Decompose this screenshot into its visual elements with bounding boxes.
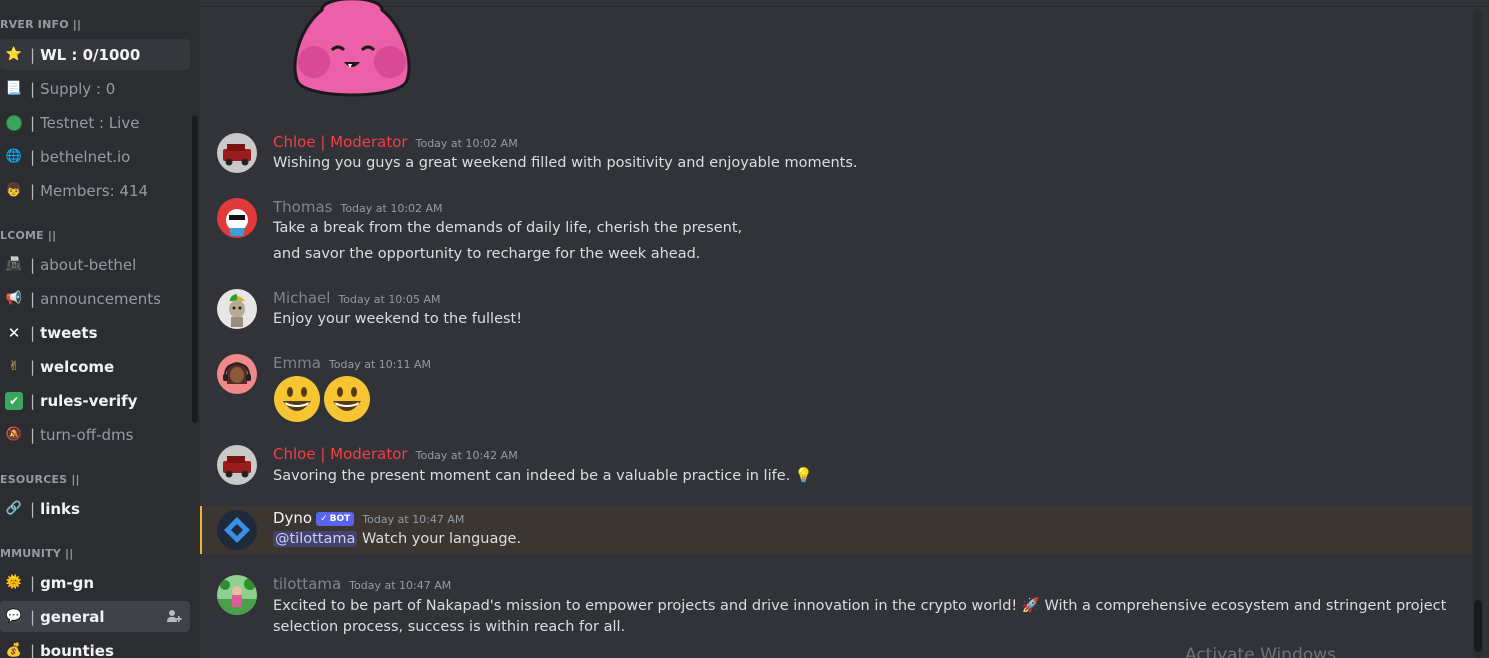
channel-label: welcome bbox=[40, 357, 115, 376]
user-mention[interactable]: @tilottama bbox=[273, 531, 358, 547]
channel-links[interactable]: 🔗 | links bbox=[0, 493, 190, 524]
timestamp: Today at 10:42 AM bbox=[415, 449, 518, 462]
avatar-chloe[interactable] bbox=[217, 445, 257, 485]
message[interactable]: Chloe | Moderator Today at 10:42 AM Savo… bbox=[200, 442, 1472, 492]
channel-label: links bbox=[40, 499, 80, 518]
green-circle-icon bbox=[5, 114, 23, 132]
channel-label: turn-off-dms bbox=[40, 425, 134, 444]
chat-scrollbar-track[interactable] bbox=[1473, 10, 1483, 658]
username[interactable]: Chloe | Moderator bbox=[273, 133, 408, 151]
channel-label: bethelnet.io bbox=[40, 147, 131, 166]
activate-windows-watermark: Activate Windows bbox=[1185, 645, 1336, 658]
username[interactable]: Dyno bbox=[273, 509, 312, 527]
channel-general[interactable]: 💬 | general bbox=[0, 601, 190, 632]
sidebar-scrollbar[interactable] bbox=[192, 115, 198, 423]
message[interactable]: Michael Today at 10:05 AM Enjoy your wee… bbox=[200, 286, 1472, 336]
channel-bounties[interactable]: 💰 | bounties bbox=[0, 635, 190, 658]
message-text: Take a break from the demands of daily l… bbox=[273, 220, 743, 236]
channel-label: tweets bbox=[40, 323, 98, 342]
channel-label: Members: 414 bbox=[40, 181, 149, 200]
channel-label: about-bethel bbox=[40, 255, 137, 274]
channel-wl[interactable]: ⭐ | WL : 0/1000 bbox=[0, 39, 190, 70]
channel-gm-gn[interactable]: 🌞 | gm-gn bbox=[0, 567, 190, 598]
channel-label: Testnet : Live bbox=[40, 113, 140, 132]
avatar-thomas[interactable] bbox=[217, 198, 257, 238]
avatar-emma[interactable] bbox=[217, 354, 257, 394]
timestamp: Today at 10:05 AM bbox=[338, 293, 441, 306]
check-icon: ✓ bbox=[320, 514, 328, 524]
avatar-dyno[interactable] bbox=[217, 510, 257, 550]
channel-label: announcements bbox=[40, 289, 161, 308]
channel-label: general bbox=[40, 607, 105, 626]
globe-icon: 🌐 bbox=[5, 149, 23, 164]
avatar-michael[interactable] bbox=[217, 289, 257, 329]
victory-hand-icon: ✌ bbox=[8, 359, 20, 374]
channel-tweets[interactable]: ✕ | tweets bbox=[0, 317, 190, 348]
grinning-face-icon bbox=[324, 376, 370, 422]
money-bag-icon: 💰 bbox=[5, 643, 23, 658]
jumbo-emoji bbox=[273, 375, 371, 423]
chat-scrollbar-thumb[interactable] bbox=[1474, 600, 1482, 652]
bot-badge: ✓ BOT bbox=[316, 512, 355, 526]
channel-label: bounties bbox=[40, 641, 114, 658]
channel-rules-verify[interactable]: ✔ | rules-verify bbox=[0, 385, 190, 416]
add-member-icon[interactable] bbox=[166, 608, 182, 624]
fax-icon: 📠 bbox=[5, 257, 23, 272]
channel-bethelnet[interactable]: 🌐 | bethelnet.io bbox=[0, 141, 190, 172]
muted-bell-icon: 🔕 bbox=[5, 427, 23, 442]
message[interactable]: Emma Today at 10:11 AM bbox=[200, 351, 1472, 431]
channel-testnet[interactable]: | Testnet : Live bbox=[0, 107, 190, 138]
channel-label: WL : 0/1000 bbox=[40, 45, 141, 64]
message-text: Wishing you guys a great weekend filled … bbox=[273, 155, 858, 171]
avatar-chloe[interactable] bbox=[217, 133, 257, 173]
message-text: and savor the opportunity to recharge fo… bbox=[273, 246, 701, 262]
timestamp: Today at 10:02 AM bbox=[415, 137, 518, 150]
channel-supply[interactable]: 📃 | Supply : 0 bbox=[0, 73, 190, 104]
check-box-icon: ✔ bbox=[5, 391, 23, 410]
timestamp: Today at 10:11 AM bbox=[328, 358, 431, 371]
message-text: Excited to be part of Nakapad's mission … bbox=[273, 598, 1447, 614]
category-resources[interactable]: ESOURCES || bbox=[0, 473, 80, 486]
channel-label: rules-verify bbox=[40, 391, 138, 410]
star-icon: ⭐ bbox=[5, 47, 23, 62]
category-server-info[interactable]: RVER INFO || bbox=[0, 18, 81, 31]
channel-sidebar: RVER INFO || ⭐ | WL : 0/1000 📃 | Supply … bbox=[0, 0, 200, 658]
channel-label: Supply : 0 bbox=[40, 79, 116, 98]
link-icon: 🔗 bbox=[5, 501, 23, 516]
grinning-face-icon bbox=[274, 376, 320, 422]
channel-welcome[interactable]: ✌ | welcome bbox=[0, 351, 190, 382]
category-community[interactable]: MMUNITY || bbox=[0, 547, 73, 560]
avatar-tilottama[interactable] bbox=[217, 575, 257, 615]
chat-area: Chloe | Moderator Today at 10:02 AM Wish… bbox=[200, 0, 1489, 658]
username[interactable]: tilottama bbox=[273, 575, 341, 593]
megaphone-icon: 📢 bbox=[5, 291, 23, 306]
message[interactable]: Chloe | Moderator Today at 10:02 AM Wish… bbox=[200, 130, 1472, 180]
message-text: Enjoy your weekend to the fullest! bbox=[273, 311, 523, 327]
message-text: Savoring the present moment can indeed b… bbox=[273, 468, 813, 484]
message-text: @tilottama Watch your language. bbox=[273, 531, 522, 547]
category-welcome[interactable]: LCOME || bbox=[0, 229, 56, 242]
sun-face-icon: 🌞 bbox=[5, 575, 23, 590]
username[interactable]: Chloe | Moderator bbox=[273, 445, 408, 463]
username[interactable]: Michael bbox=[273, 289, 330, 307]
boy-face-icon: 👦 bbox=[5, 183, 23, 198]
channel-label: gm-gn bbox=[40, 573, 95, 592]
message[interactable]: tilottama Today at 10:47 AM Excited to b… bbox=[200, 572, 1472, 642]
username[interactable]: Emma bbox=[273, 354, 321, 372]
message-text: selection process, success is within rea… bbox=[273, 619, 626, 635]
receipt-icon: 📃 bbox=[5, 81, 23, 96]
pink-blob-sticker bbox=[293, 0, 411, 97]
timestamp: Today at 10:02 AM bbox=[340, 202, 443, 215]
x-logo-icon: ✕ bbox=[7, 323, 21, 342]
username[interactable]: Thomas bbox=[273, 198, 332, 216]
message-highlighted[interactable]: Dyno ✓ BOT Today at 10:47 AM @tilottama W… bbox=[200, 506, 1472, 554]
channel-members[interactable]: 👦 | Members: 414 bbox=[0, 175, 190, 206]
channel-turn-off-dms[interactable]: 🔕 | turn-off-dms bbox=[0, 419, 190, 450]
channel-announcements[interactable]: 📢 | announcements bbox=[0, 283, 190, 314]
message[interactable]: Thomas Today at 10:02 AM Take a break fr… bbox=[200, 195, 1472, 270]
speech-bubble-icon: 💬 bbox=[5, 609, 23, 624]
timestamp: Today at 10:47 AM bbox=[349, 579, 452, 592]
channel-about-bethel[interactable]: 📠 | about-bethel bbox=[0, 249, 190, 280]
timestamp: Today at 10:47 AM bbox=[362, 513, 465, 526]
